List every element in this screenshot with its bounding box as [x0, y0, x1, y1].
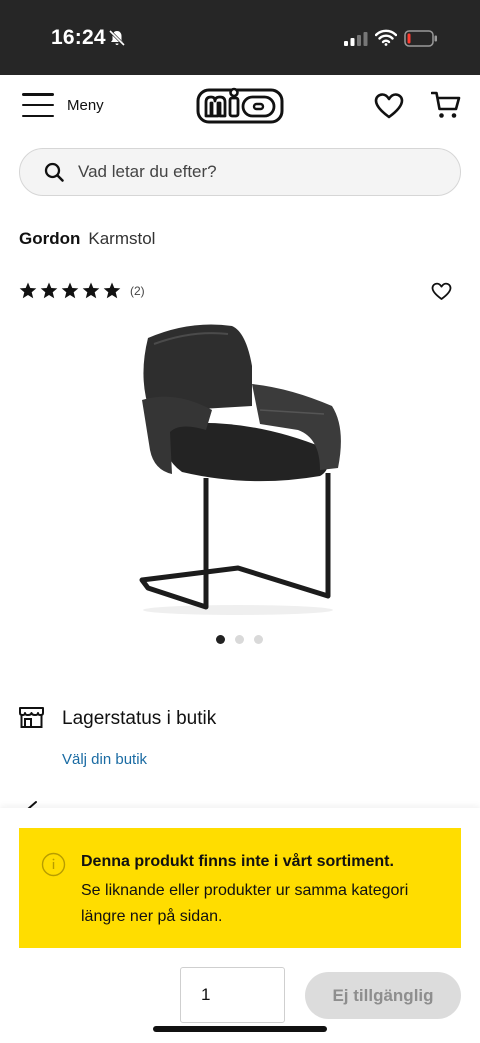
wishlist-heart-icon[interactable]	[431, 282, 452, 301]
bell-slash-icon	[108, 29, 126, 47]
search-input[interactable]	[78, 162, 408, 182]
review-count[interactable]: (2)	[130, 284, 145, 298]
menu-button[interactable]: Meny	[22, 93, 104, 117]
cart-icon[interactable]	[431, 90, 461, 120]
product-title: Gordon Karmstol	[19, 229, 155, 249]
unavailable-button[interactable]: Ej tillgänglig	[305, 972, 461, 1019]
quantity-input[interactable]	[180, 967, 285, 1023]
product-rating[interactable]: (2)	[19, 282, 145, 299]
heart-icon[interactable]	[374, 92, 404, 120]
notice-title: Denna produkt finns inte i vårt sortimen…	[81, 853, 394, 870]
battery-low-icon	[404, 30, 437, 47]
product-brand: Gordon	[19, 229, 81, 248]
carousel-dot[interactable]	[254, 635, 263, 644]
search-bar[interactable]	[19, 148, 461, 196]
stock-status-title: Lagerstatus i butik	[62, 708, 217, 729]
home-indicator	[153, 1026, 327, 1032]
star-icon	[19, 282, 37, 299]
wifi-icon	[375, 29, 397, 46]
search-icon	[44, 162, 64, 182]
rating-stars	[19, 282, 124, 299]
not-in-range-notice: Denna produkt finns inte i vårt sortimen…	[19, 828, 461, 948]
carousel-dot-active[interactable]	[216, 635, 225, 644]
carousel-dot[interactable]	[235, 635, 244, 644]
mio-logo[interactable]	[196, 85, 284, 125]
notice-text: Se liknande eller produkter ur samma kat…	[81, 882, 409, 925]
store-icon	[19, 707, 44, 728]
product-type: Karmstol	[88, 229, 156, 248]
signal-icon	[344, 32, 368, 46]
status-time: 16:24	[51, 26, 106, 49]
menu-label: Meny	[67, 96, 104, 114]
choose-store-link[interactable]: Välj din butik	[62, 751, 147, 768]
star-icon	[40, 282, 58, 299]
star-icon	[61, 282, 79, 299]
star-icon	[103, 282, 121, 299]
info-icon	[41, 852, 66, 877]
image-carousel-dots	[216, 635, 273, 644]
hamburger-icon	[22, 93, 54, 117]
site-header: Meny	[0, 75, 480, 137]
product-image-chair[interactable]	[120, 318, 360, 618]
status-bar: 16:24	[0, 0, 480, 75]
purchase-panel: Denna produkt finns inte i vårt sortimen…	[0, 808, 480, 1043]
star-icon	[82, 282, 100, 299]
